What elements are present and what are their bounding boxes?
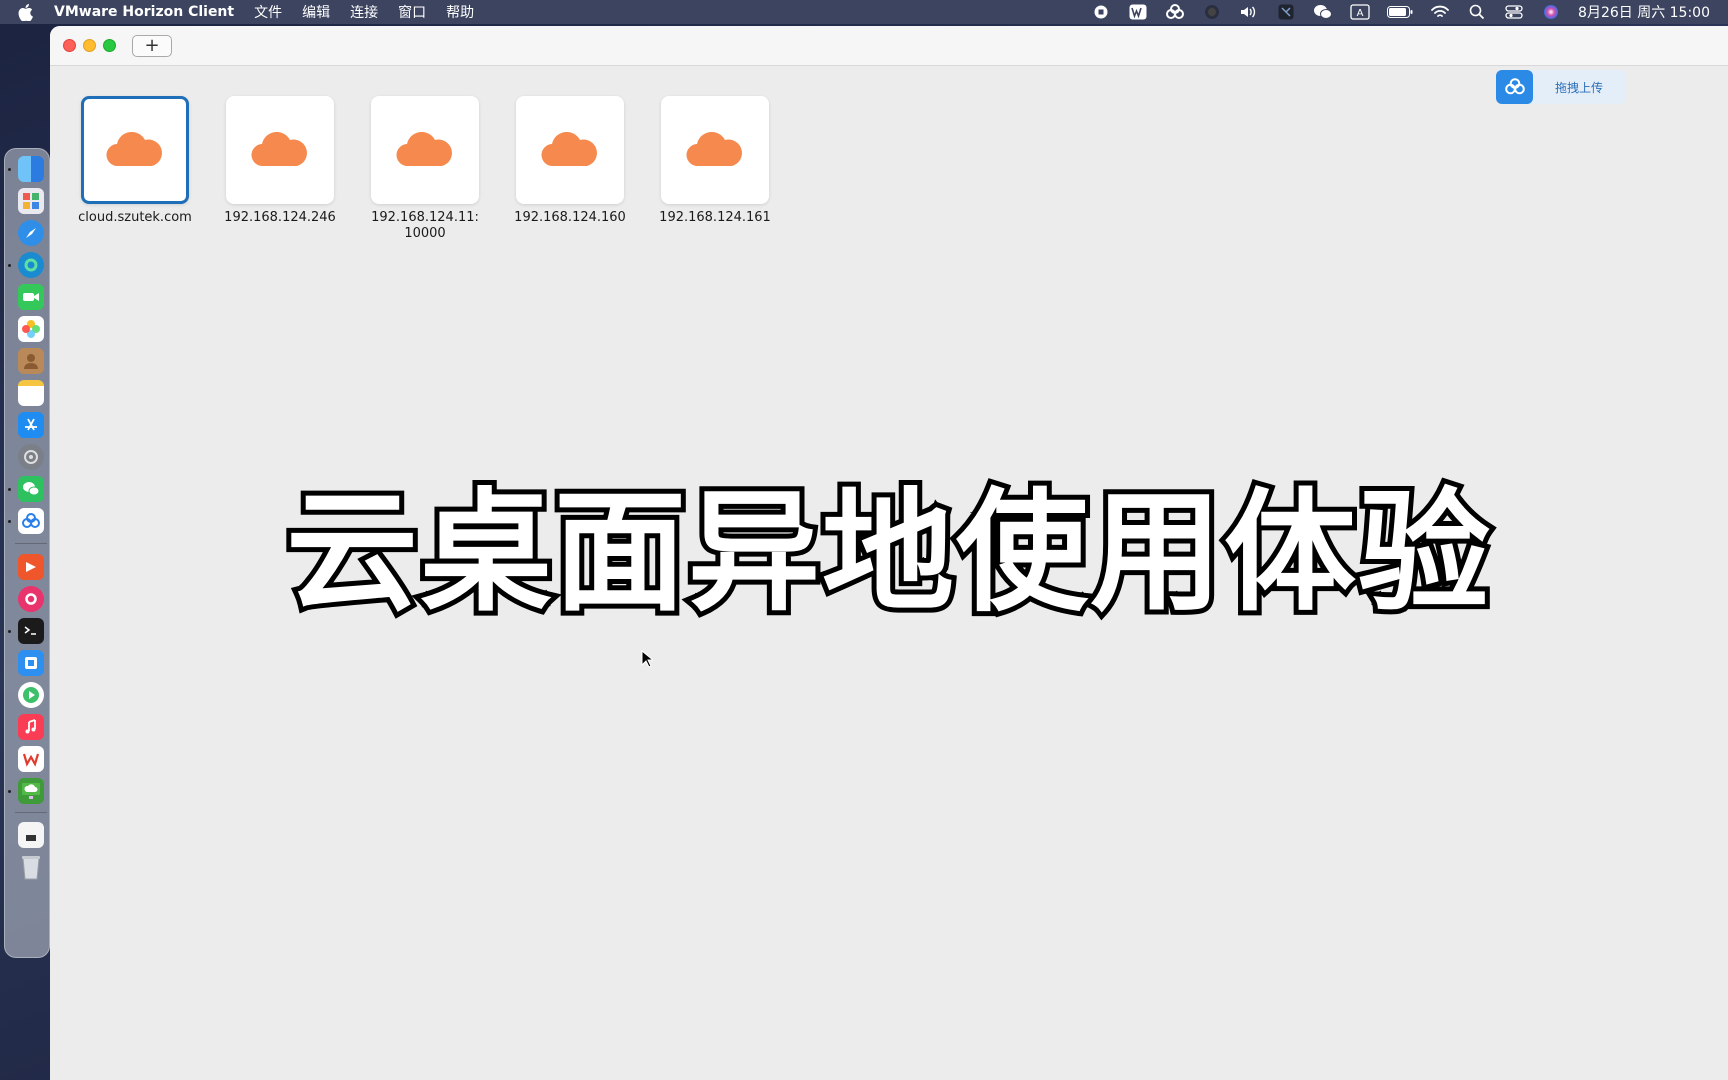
wifi-icon[interactable]	[1430, 4, 1450, 20]
app-icon[interactable]	[18, 650, 44, 676]
app-store-icon[interactable]	[18, 412, 44, 438]
close-window-button[interactable]	[63, 39, 76, 52]
minimize-window-button[interactable]	[83, 39, 96, 52]
music-icon[interactable]	[18, 714, 44, 740]
server-item[interactable]: 192.168.124.11:10000	[365, 96, 485, 242]
horizon-client-icon[interactable]	[18, 778, 44, 804]
menu-edit[interactable]: 编辑	[302, 2, 330, 22]
siri-dot-icon[interactable]	[1202, 4, 1222, 20]
siri-icon[interactable]	[1541, 4, 1561, 20]
menu-help[interactable]: 帮助	[446, 2, 474, 22]
photos-icon[interactable]	[18, 316, 44, 342]
server-label: cloud.szutek.com	[78, 210, 192, 225]
contacts-icon[interactable]	[18, 348, 44, 374]
notes-icon[interactable]	[18, 380, 44, 406]
cloud-icon	[251, 132, 307, 167]
app-name-menu[interactable]: VMware Horizon Client	[54, 4, 234, 20]
server-tile[interactable]	[226, 96, 334, 204]
drag-upload-label: 拖拽上传	[1555, 80, 1604, 95]
svg-text:A: A	[1357, 8, 1364, 19]
video-icon[interactable]	[18, 682, 44, 708]
menu-connect[interactable]: 连接	[350, 2, 378, 22]
input-method-icon[interactable]: A	[1350, 4, 1370, 20]
cloud-icon	[686, 132, 742, 167]
volume-icon[interactable]	[1239, 4, 1259, 20]
menubar: VMware Horizon Client 文件 编辑 连接 窗口 帮助 A 8…	[0, 0, 1728, 24]
launchpad-icon[interactable]	[18, 188, 44, 214]
server-item[interactable]: 192.168.124.161	[655, 96, 775, 226]
apple-icon[interactable]	[18, 3, 40, 21]
wps-icon[interactable]	[18, 746, 44, 772]
cloud-icon	[106, 132, 162, 167]
menu-file[interactable]: 文件	[254, 2, 282, 22]
server-label: 192.168.124.246	[224, 210, 336, 225]
baidunetdisk-icon	[1496, 70, 1533, 104]
server-tile[interactable]	[81, 96, 189, 204]
keynote-icon[interactable]	[18, 554, 44, 580]
window-titlebar: +	[50, 26, 1728, 66]
add-server-button[interactable]: +	[132, 35, 172, 57]
app-icon[interactable]	[1276, 4, 1296, 20]
server-tile[interactable]	[371, 96, 479, 204]
wechat-icon[interactable]	[1313, 4, 1333, 20]
server-item[interactable]: cloud.szutek.com	[75, 96, 195, 226]
wechat-icon[interactable]	[18, 476, 44, 502]
safari-icon[interactable]	[18, 220, 44, 246]
wps-icon[interactable]	[1128, 4, 1148, 20]
video-caption: 云桌面异地使用体验	[281, 471, 1495, 635]
server-item[interactable]: 192.168.124.246	[220, 96, 340, 226]
system-settings-icon[interactable]	[18, 444, 44, 470]
drag-upload-widget[interactable]: 拖拽上传	[1496, 70, 1626, 104]
finder-icon[interactable]	[18, 156, 44, 182]
battery-icon[interactable]	[1387, 4, 1413, 20]
control-center-icon[interactable]	[1504, 4, 1524, 20]
server-tile[interactable]	[516, 96, 624, 204]
trash-icon[interactable]	[18, 854, 44, 880]
server-label: 192.168.124.11:10000	[371, 210, 479, 241]
mouse-cursor-icon	[641, 650, 653, 668]
horizon-client-window: + cloud.szutek.com 192.168.124.246 192.1…	[50, 26, 1728, 1080]
document-icon[interactable]	[18, 822, 44, 848]
baidunetdisk-icon[interactable]	[18, 508, 44, 534]
menu-window[interactable]: 窗口	[398, 2, 426, 22]
dock	[4, 148, 50, 958]
terminal-icon[interactable]	[18, 618, 44, 644]
facetime-icon[interactable]	[18, 284, 44, 310]
app-icon[interactable]	[18, 586, 44, 612]
cloud-icon	[396, 132, 452, 167]
cloud-icon	[541, 132, 597, 167]
spotlight-icon[interactable]	[1467, 4, 1487, 20]
record-icon[interactable]	[1091, 4, 1111, 20]
edge-icon[interactable]	[18, 252, 44, 278]
server-label: 192.168.124.161	[659, 210, 771, 225]
server-label: 192.168.124.160	[514, 210, 626, 225]
server-item[interactable]: 192.168.124.160	[510, 96, 630, 226]
baidunetdisk-icon[interactable]	[1165, 4, 1185, 20]
server-tile[interactable]	[661, 96, 769, 204]
zoom-window-button[interactable]	[103, 39, 116, 52]
menubar-clock[interactable]: 8月26日 周六 15:00	[1578, 2, 1710, 22]
